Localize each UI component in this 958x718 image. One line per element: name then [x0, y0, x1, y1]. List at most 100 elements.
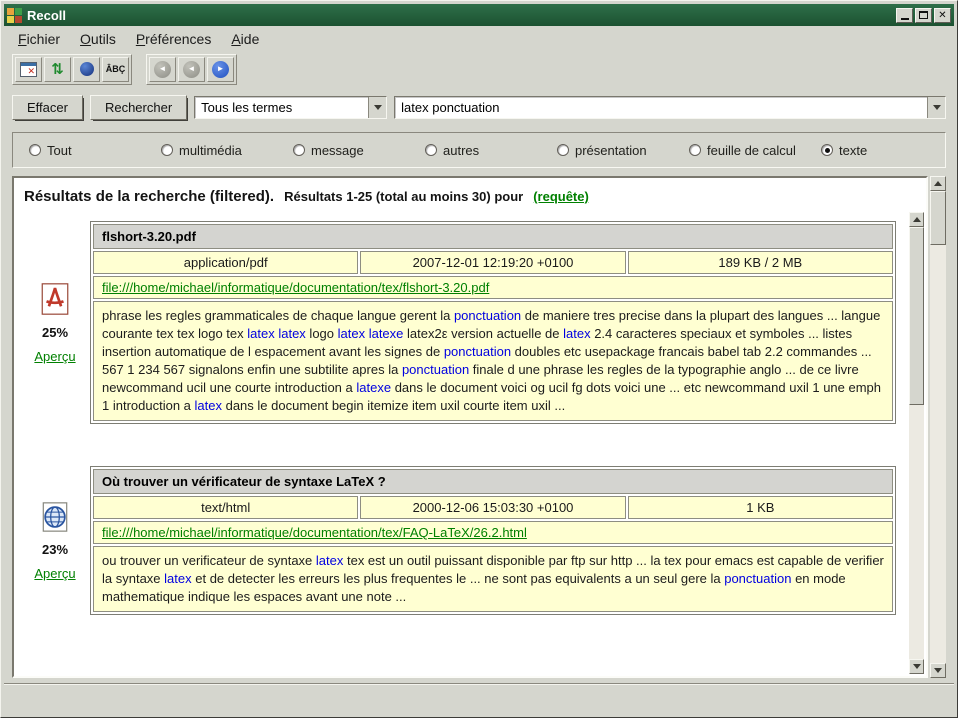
- result-mime: application/pdf: [93, 251, 358, 274]
- close-icon: ✕: [938, 10, 946, 21]
- filter-row: Tout multimédia message autres présentat…: [12, 132, 946, 168]
- result-date: 2000-12-06 15:03:30 +0100: [360, 496, 625, 519]
- prev-page-icon: ◄: [183, 61, 200, 78]
- status-bar: [4, 684, 954, 714]
- maximize-button[interactable]: [915, 8, 932, 23]
- radio-icon[interactable]: [821, 144, 833, 156]
- search-mode-value: Tous les termes: [195, 100, 368, 115]
- filter-message[interactable]: message: [293, 143, 425, 158]
- arrow-down-icon: [934, 668, 942, 673]
- result-abstract: phrase les regles grammaticales de chaqu…: [93, 301, 893, 421]
- radio-icon[interactable]: [29, 144, 41, 156]
- recoll-window: Recoll ✕ Fichier Outils Préférences Aide…: [0, 0, 958, 718]
- results-header: Résultats de la recherche (filtered). Ré…: [20, 186, 916, 205]
- advanced-search-button[interactable]: [73, 57, 100, 82]
- minimize-button[interactable]: [896, 8, 913, 23]
- preview-link[interactable]: Aperçu: [34, 566, 75, 581]
- result-date: 2007-12-01 12:19:20 +0100: [360, 251, 625, 274]
- update-index-button[interactable]: ⇅: [44, 57, 71, 82]
- menu-bar: Fichier Outils Préférences Aide: [4, 26, 954, 52]
- window-title: Recoll: [27, 8, 896, 23]
- scroll-up-button[interactable]: [909, 212, 924, 227]
- result-item-2: 23% Aperçu Où trouver un vérificateur de…: [20, 466, 896, 615]
- first-page-button[interactable]: ◄: [149, 57, 176, 82]
- results-inner-scrollbar[interactable]: [909, 212, 924, 674]
- result-list: Résultats de la recherche (filtered). Ré…: [12, 176, 928, 678]
- arrow-down-icon: [913, 664, 921, 669]
- search-mode-dropdown-button[interactable]: [368, 97, 386, 118]
- scroll-up-button[interactable]: [930, 176, 946, 191]
- tool-bar: ⇅ ÂBÇ ◄ ◄ ►: [4, 52, 954, 86]
- advanced-search-icon: [80, 62, 94, 76]
- menu-preferences[interactable]: Préférences: [128, 28, 220, 50]
- result-title: flshort-3.20.pdf: [93, 224, 893, 249]
- filter-multimedia[interactable]: multimédia: [161, 143, 293, 158]
- spellcheck-icon: ÂBÇ: [106, 64, 126, 74]
- radio-icon[interactable]: [689, 144, 701, 156]
- search-query-combobox[interactable]: latex ponctuation: [394, 96, 946, 119]
- arrow-up-icon: [934, 181, 942, 186]
- result-table: Où trouver un vérificateur de syntaxe La…: [90, 466, 896, 615]
- result-abstract: ou trouver un verificateur de syntaxe la…: [93, 546, 893, 612]
- search-mode-select[interactable]: Tous les termes: [194, 96, 387, 119]
- app-logo-icon: [7, 8, 22, 23]
- next-page-icon: ►: [212, 61, 229, 78]
- title-bar: Recoll ✕: [4, 4, 954, 26]
- result-mime: text/html: [93, 496, 358, 519]
- clear-search-button[interactable]: [15, 57, 42, 82]
- results-outer-scrollbar[interactable]: [930, 176, 946, 678]
- scroll-down-button[interactable]: [909, 659, 924, 674]
- result-url-link[interactable]: file:///home/michael/informatique/docume…: [102, 525, 527, 540]
- toolgroup-nav: ◄ ◄ ►: [146, 54, 237, 85]
- clear-button[interactable]: Effacer: [12, 95, 83, 120]
- minimize-icon: [901, 18, 909, 20]
- first-page-icon: ◄: [154, 61, 171, 78]
- query-link[interactable]: (requête): [533, 189, 589, 204]
- term-explorer-button[interactable]: ÂBÇ: [102, 57, 129, 82]
- radio-icon[interactable]: [425, 144, 437, 156]
- radio-icon[interactable]: [293, 144, 305, 156]
- update-index-icon: ⇅: [51, 62, 64, 77]
- results-title: Résultats de la recherche (filtered).: [24, 188, 274, 205]
- search-button[interactable]: Rechercher: [90, 95, 187, 120]
- html-file-icon[interactable]: [40, 501, 70, 533]
- clear-form-icon: [20, 62, 37, 77]
- result-gutter: 23% Aperçu: [20, 466, 90, 615]
- maximize-icon: [919, 11, 928, 19]
- result-table: flshort-3.20.pdf application/pdf 2007-12…: [90, 221, 896, 424]
- preview-link[interactable]: Aperçu: [34, 349, 75, 364]
- results-area: Résultats de la recherche (filtered). Ré…: [12, 176, 946, 678]
- results-summary: Résultats 1-25 (total au moins 30) pour: [284, 189, 523, 204]
- prev-page-button[interactable]: ◄: [178, 57, 205, 82]
- close-button[interactable]: ✕: [934, 8, 951, 23]
- filter-presentation[interactable]: présentation: [557, 143, 689, 158]
- chevron-down-icon: [933, 105, 941, 110]
- scroll-down-button[interactable]: [930, 663, 946, 678]
- chevron-down-icon: [374, 105, 382, 110]
- menu-outils[interactable]: Outils: [72, 28, 124, 50]
- relevance-percent: 25%: [42, 325, 68, 340]
- result-title: Où trouver un vérificateur de syntaxe La…: [93, 469, 893, 494]
- result-item-1: 25% Aperçu flshort-3.20.pdf application/…: [20, 221, 896, 424]
- filter-autres[interactable]: autres: [425, 143, 557, 158]
- menu-aide[interactable]: Aide: [223, 28, 267, 50]
- radio-icon[interactable]: [557, 144, 569, 156]
- pdf-file-icon[interactable]: [40, 282, 70, 316]
- filter-tout[interactable]: Tout: [29, 143, 161, 158]
- scrollbar-thumb[interactable]: [930, 191, 946, 245]
- relevance-percent: 23%: [42, 542, 68, 557]
- next-page-button[interactable]: ►: [207, 57, 234, 82]
- filter-feuille-de-calcul[interactable]: feuille de calcul: [689, 143, 821, 158]
- result-url-link[interactable]: file:///home/michael/informatique/docume…: [102, 280, 489, 295]
- radio-icon[interactable]: [161, 144, 173, 156]
- scrollbar-thumb[interactable]: [909, 227, 924, 405]
- search-row: Effacer Rechercher Tous les termes latex…: [4, 92, 954, 122]
- filter-texte[interactable]: texte: [821, 143, 867, 158]
- search-query-dropdown-button[interactable]: [927, 97, 945, 118]
- result-gutter: 25% Aperçu: [20, 221, 90, 424]
- result-size: 1 KB: [628, 496, 893, 519]
- search-query-value: latex ponctuation: [395, 100, 927, 115]
- arrow-up-icon: [913, 217, 921, 222]
- toolgroup-main: ⇅ ÂBÇ: [12, 54, 132, 85]
- menu-fichier[interactable]: Fichier: [10, 28, 68, 50]
